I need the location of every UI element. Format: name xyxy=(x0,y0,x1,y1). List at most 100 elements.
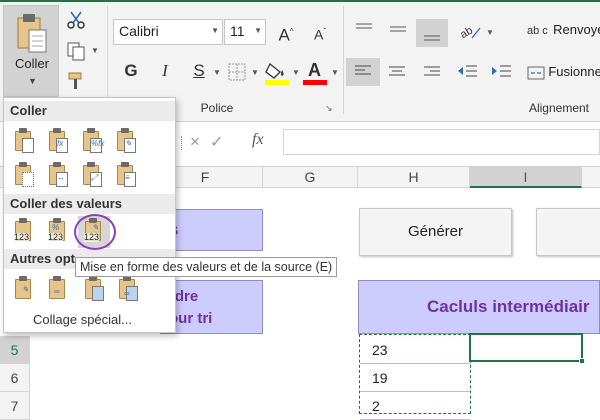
italic-button[interactable]: I xyxy=(151,58,179,84)
cell-h7[interactable]: 2 xyxy=(360,392,470,420)
wrap-text-icon: ab c xyxy=(527,25,548,37)
sort-order-header-line-1: rdre xyxy=(169,288,199,305)
intermediate-header-cell[interactable]: Cacluls intermédiair xyxy=(358,280,600,334)
paste-formatting-icon[interactable]: ✎ xyxy=(14,276,36,302)
increase-indent-icon[interactable] xyxy=(490,63,512,79)
svg-text:ab: ab xyxy=(458,25,475,42)
row-header-7[interactable]: 7 xyxy=(0,392,30,420)
paste-picture-icon[interactable] xyxy=(84,276,106,302)
font-color-glyph: A xyxy=(308,60,321,80)
chevron-down-icon: ▼ xyxy=(254,26,262,35)
hover-ring xyxy=(74,214,116,250)
grow-font-button[interactable]: A^ xyxy=(272,19,300,45)
align-right-icon[interactable] xyxy=(423,65,441,79)
font-color-dropdown-icon[interactable]: ▼ xyxy=(331,68,339,77)
merge-icon xyxy=(527,66,545,80)
chevron-down-icon: ▼ xyxy=(28,76,37,86)
paste-link-icon[interactable]: ∞ xyxy=(48,276,70,302)
caret-up-icon: ^ xyxy=(289,27,294,36)
align-center-icon[interactable] xyxy=(388,65,406,79)
insert-function-icon[interactable]: fx xyxy=(252,131,264,149)
group-label-police: Police xyxy=(200,101,234,115)
wrap-text-button[interactable]: ab c Renvoyer xyxy=(527,22,600,42)
values-icon-label: 123 xyxy=(48,232,64,242)
row-header-6[interactable]: 6 xyxy=(0,364,30,392)
align-left-icon xyxy=(355,65,371,75)
paste-no-borders-icon[interactable] xyxy=(14,162,36,188)
decrease-indent-icon[interactable] xyxy=(456,63,478,79)
group-label-alignement: Alignement xyxy=(528,101,590,115)
paste-linked-data-icon[interactable]: ≡ xyxy=(116,162,138,188)
column-header-g[interactable]: G xyxy=(263,167,358,188)
paste-transpose-icon[interactable]: ⤢ xyxy=(82,162,104,188)
formula-input[interactable] xyxy=(283,129,600,155)
intermediate-header-text: Cacluls intermédiair xyxy=(427,297,590,316)
underline-dropdown-icon[interactable]: ▼ xyxy=(213,68,221,77)
borders-dropdown-icon[interactable]: ▼ xyxy=(251,68,259,77)
underline-glyph: S xyxy=(193,61,205,80)
orientation-icon[interactable]: ab xyxy=(458,22,482,42)
generate-button[interactable]: Générer xyxy=(359,208,512,256)
align-bottom-button[interactable] xyxy=(416,19,448,47)
shrink-font-glyph: A xyxy=(313,26,324,43)
paste-special-menu-item[interactable]: Collage spécial... xyxy=(33,312,132,327)
borders-icon[interactable] xyxy=(228,63,246,81)
section-header-paste-values: Coller des valeurs xyxy=(4,194,175,214)
paste-keep-column-widths-icon[interactable]: ↔ xyxy=(48,162,70,188)
underline-button[interactable]: S xyxy=(185,58,213,84)
bold-glyph: G xyxy=(124,61,138,80)
font-color-button[interactable]: A xyxy=(302,60,328,86)
format-painter-icon[interactable] xyxy=(66,71,86,91)
font-name-select[interactable]: Calibri ▼ xyxy=(113,19,223,45)
chevron-down-icon: ▼ xyxy=(211,26,219,35)
column-header-i[interactable]: I xyxy=(470,167,582,188)
fill-handle[interactable] xyxy=(579,358,585,364)
active-cell-i5[interactable] xyxy=(469,333,583,362)
font-size-select[interactable]: 11 ▼ xyxy=(224,19,266,45)
enter-icon[interactable]: ✓ xyxy=(210,132,223,152)
paste-clipboard-icon xyxy=(17,14,47,53)
paste-values-number-format-icon[interactable]: % 123 xyxy=(48,218,70,244)
fill-color-icon[interactable] xyxy=(264,60,290,86)
paste-icon[interactable] xyxy=(14,128,36,154)
paste-formulas-number-format-icon[interactable]: %fx xyxy=(82,128,104,154)
cut-icon[interactable] xyxy=(66,10,86,30)
paste-keep-source-format-icon[interactable]: ✎ xyxy=(116,128,138,154)
generate-button-label: Générer xyxy=(407,223,464,240)
italic-glyph: I xyxy=(162,61,168,80)
row-header-5[interactable]: 5 xyxy=(0,336,30,364)
section-header-paste: Coller xyxy=(4,101,175,121)
sort-order-header-line-2: our tri xyxy=(169,310,213,327)
align-middle-icon[interactable] xyxy=(388,22,408,38)
bold-button[interactable]: G xyxy=(117,58,145,84)
fill-color-dropdown-icon[interactable]: ▼ xyxy=(292,68,300,77)
font-size-value: 11 xyxy=(230,23,245,39)
copy-dropdown-icon[interactable]: ▼ xyxy=(91,46,99,55)
orientation-dropdown-icon[interactable]: ▼ xyxy=(486,28,494,37)
caret-down-icon: ˇ xyxy=(323,27,326,36)
separator xyxy=(343,6,344,114)
align-bottom-icon xyxy=(424,35,440,41)
tooltip: Mise en forme des valeurs et de la sourc… xyxy=(75,257,338,277)
font-name-value: Calibri xyxy=(119,23,159,39)
align-left-button[interactable] xyxy=(346,58,380,86)
paste-formulas-icon[interactable]: fx xyxy=(48,128,70,154)
paste-linked-picture-icon[interactable]: ∞ xyxy=(118,276,140,302)
dialog-launcher-icon[interactable]: ↘ xyxy=(325,103,333,114)
copy-icon[interactable] xyxy=(66,41,86,61)
paste-button-label: Coller xyxy=(15,56,49,71)
ribbon-accent-line xyxy=(0,0,600,2)
cell-h5[interactable]: 23 xyxy=(360,336,470,364)
merge-button[interactable]: Fusionner xyxy=(527,64,600,84)
cell-h6[interactable]: 19 xyxy=(360,364,470,392)
shrink-font-button[interactable]: Aˇ xyxy=(306,19,334,45)
grow-font-glyph: A xyxy=(278,25,290,45)
font-color-swatch xyxy=(303,80,327,85)
align-top-icon[interactable] xyxy=(354,22,374,36)
paste-values-icon[interactable]: 123 xyxy=(14,218,36,244)
paste-button[interactable]: Coller ▼ xyxy=(3,5,59,97)
cancel-icon[interactable]: × xyxy=(190,132,200,152)
formula-bar-divider xyxy=(181,136,183,150)
secondary-button[interactable] xyxy=(536,208,600,256)
column-header-h[interactable]: H xyxy=(358,167,470,188)
